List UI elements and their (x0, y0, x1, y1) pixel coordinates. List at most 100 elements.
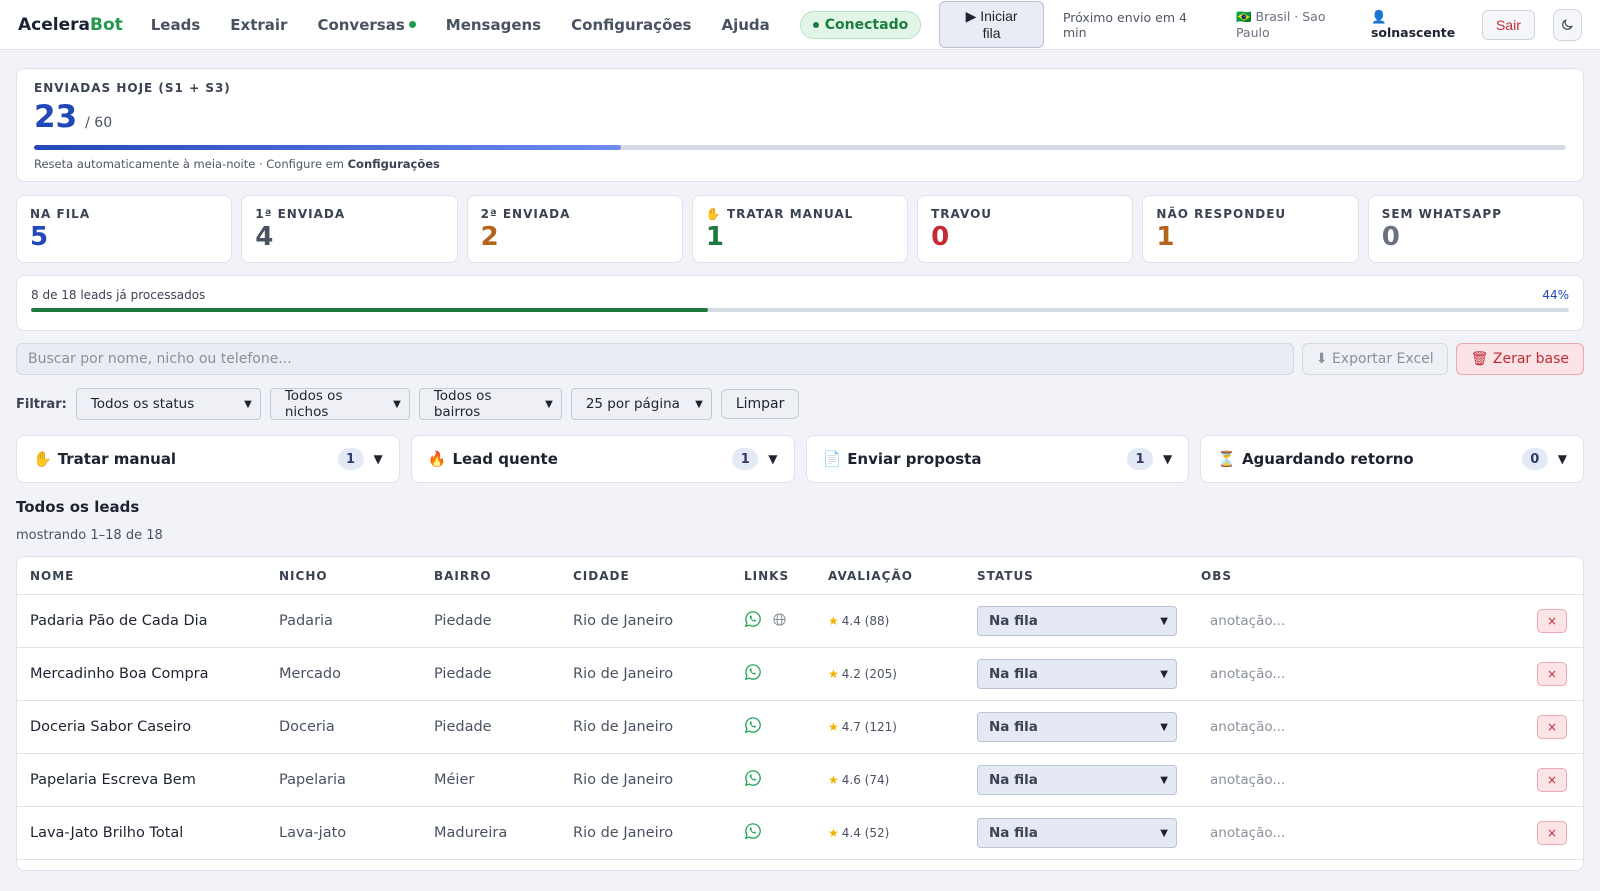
nav-link-leads[interactable]: Leads (151, 16, 201, 34)
lead-status-select[interactable]: Na fila ▼ (977, 712, 1177, 742)
stat-card-nao-respondeu[interactable]: Não respondeu 1 (1142, 195, 1359, 263)
nav-link-mensagens[interactable]: Mensagens (446, 16, 541, 34)
progress-bar (31, 308, 1569, 312)
brand-logo[interactable]: AceleraBot (18, 15, 123, 35)
stat-value: 5 (30, 222, 49, 252)
globe-icon[interactable] (772, 612, 787, 631)
daily-sent-card: Enviadas hoje (S1 + S3) 23 / 60 Reseta a… (16, 68, 1584, 182)
lead-status-select[interactable]: Na fila ▼ (977, 765, 1177, 795)
stat-card-tratar-manual[interactable]: ✋ Tratar manual 1 (691, 195, 909, 263)
delete-lead-button[interactable]: × (1537, 662, 1567, 686)
star-icon: ★ (828, 773, 839, 787)
column-header-nome[interactable]: Nome (17, 569, 279, 583)
chevron-down-icon: ▼ (1160, 615, 1168, 627)
column-header-bairro[interactable]: Bairro (434, 569, 573, 583)
lead-links (744, 822, 828, 844)
niche-filter-select[interactable]: Todos os nichos ▼ (269, 388, 410, 420)
daily-sent-bar-fill (34, 145, 621, 150)
reset-database-button[interactable]: 🗑 Zerar base (1455, 343, 1584, 375)
lead-city: Rio de Janeiro (573, 772, 674, 788)
lead-name: Lava-Jato Brilho Total (30, 825, 184, 841)
nav-link-conversas[interactable]: Conversas (317, 16, 416, 34)
nav-link-extrair[interactable]: Extrair (230, 16, 287, 34)
column-header-links: Links (744, 568, 790, 583)
lead-note-input[interactable] (1201, 613, 1461, 629)
clear-filters-button[interactable]: Limpar (720, 389, 800, 419)
settings-link[interactable]: Configurações (348, 157, 440, 171)
chevron-down-icon: ▼ (1160, 721, 1168, 733)
status-stats: Na fila 5 1ª enviada 4 2ª enviada 2 ✋ Trata… (16, 195, 1584, 263)
lead-district: Piedade (434, 613, 492, 629)
lead-note-input[interactable] (1201, 666, 1461, 682)
column-header-status[interactable]: Status (977, 569, 1201, 583)
stat-value: 0 (931, 222, 950, 252)
lead-rating: ★ 4.6 (74) (828, 773, 890, 787)
stat-card-1a-enviada[interactable]: 1ª enviada 4 (241, 195, 458, 263)
delete-lead-button[interactable]: × (1537, 821, 1567, 845)
star-icon: ★ (828, 720, 839, 734)
logout-button[interactable]: Sair (1481, 9, 1535, 40)
table-row: Padaria Pão de Cada Dia Padaria Piedade Rio… (17, 595, 1583, 648)
lead-note-input[interactable] (1201, 825, 1461, 841)
unread-dot (408, 21, 416, 28)
whatsapp-icon[interactable] (744, 663, 762, 685)
star-icon: ★ (828, 667, 839, 681)
delete-lead-button[interactable]: × (1537, 609, 1567, 633)
stat-value: 0 (1381, 222, 1400, 252)
lead-city: Rio de Janeiro (573, 666, 674, 682)
stat-card-2a-enviada[interactable]: 2ª enviada 2 (466, 195, 683, 263)
table-row: Lava-Jato Brilho Total Lava-jato Madureira… (17, 807, 1583, 860)
filter-bar: Filtrar: Todos os status ▼ Todos os nicho… (16, 388, 800, 420)
stat-card-travou[interactable]: Travou 0 (917, 195, 1134, 263)
district-filter-select[interactable]: Todos os bairros ▼ (418, 388, 562, 420)
chevron-down-icon: ▼ (244, 398, 252, 410)
column-header-nicho[interactable]: Nicho (279, 569, 434, 583)
nav-link-ajuda[interactable]: Ajuda (721, 16, 769, 34)
lead-note-input[interactable] (1201, 772, 1461, 788)
whatsapp-icon[interactable] (744, 716, 762, 738)
status-dot (812, 21, 819, 28)
filter-label: Filtrar: (16, 396, 67, 412)
whatsapp-icon[interactable] (744, 822, 762, 844)
lead-rating: ★ 4.7 (121) (828, 720, 897, 734)
stat-value: 1 (705, 222, 724, 252)
delete-lead-button[interactable]: × (1537, 715, 1567, 739)
start-queue-button[interactable]: ▶ Iniciar fila (939, 1, 1044, 48)
group-tratar-manual[interactable]: ✋ Tratar manual 1 ▼ (16, 435, 400, 483)
lead-links (744, 716, 828, 738)
group-enviar-proposta[interactable]: 📄 Enviar proposta 1 ▼ (805, 435, 1190, 483)
lead-city: Rio de Janeiro (573, 613, 674, 629)
connection-status-badge: Conectado (799, 10, 922, 39)
column-header-cidade[interactable]: Cidade (573, 569, 744, 583)
per-page-select[interactable]: 25 por página ▼ (570, 388, 712, 420)
group-lead-quente[interactable]: 🔥 Lead quente 1 ▼ (410, 435, 795, 483)
lead-status-select[interactable]: Na fila ▼ (977, 659, 1177, 689)
table-row: Mercadinho Boa Compra Mercado Piedade Rio d… (17, 648, 1583, 701)
search-input[interactable] (16, 343, 1294, 375)
column-header-avaliacao[interactable]: Avaliação (828, 569, 977, 583)
search-toolbar: ⬇ Exportar Excel 🗑 Zerar base (16, 343, 1584, 375)
leads-section-title: Todos os leads (16, 498, 140, 516)
lead-status-select[interactable]: Na fila ▼ (977, 818, 1177, 848)
user-name: 👤solnascente (1370, 9, 1456, 40)
lead-district: Piedade (434, 719, 492, 735)
status-filter-select[interactable]: Todos os status ▼ (75, 388, 261, 420)
export-excel-button[interactable]: ⬇ Exportar Excel (1301, 343, 1448, 375)
lead-city: Rio de Janeiro (573, 825, 674, 841)
delete-lead-button[interactable]: × (1537, 768, 1567, 792)
whatsapp-icon[interactable] (744, 610, 762, 632)
lead-status-select[interactable]: Na fila ▼ (977, 606, 1177, 636)
group-count-badge: 1 (732, 448, 759, 470)
column-header-obs: Obs (1201, 568, 1232, 583)
nav-link-configuracoes[interactable]: Configurações (571, 16, 691, 34)
group-aguardando-retorno[interactable]: ⏳ Aguardando retorno 0 ▼ (1200, 435, 1584, 483)
theme-toggle-button[interactable] (1552, 8, 1582, 41)
stat-card-na-fila[interactable]: Na fila 5 (16, 195, 233, 263)
lead-rating: ★ 4.4 (88) (828, 614, 890, 628)
lead-rating: ★ 4.4 (52) (828, 826, 890, 840)
hourglass-icon: ⏳ (1217, 450, 1236, 468)
lead-district: Méier (434, 772, 475, 788)
stat-card-sem-whatsapp[interactable]: Sem WhatsApp 0 (1367, 195, 1584, 263)
whatsapp-icon[interactable] (744, 769, 762, 791)
lead-note-input[interactable] (1201, 719, 1461, 735)
